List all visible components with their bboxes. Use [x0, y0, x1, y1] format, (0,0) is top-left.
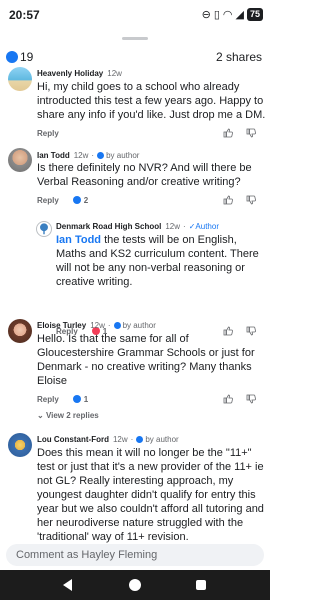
like-icon[interactable] [223, 394, 233, 404]
home-icon[interactable] [129, 579, 141, 591]
like-reaction-icon [72, 395, 81, 403]
reply-button[interactable]: Reply [37, 196, 59, 205]
commenter-name[interactable]: Denmark Road High School [56, 222, 161, 231]
comment-text: Hello. Is that the same for all of Glouc… [37, 333, 255, 387]
comment-text: Does this mean it will no longer be the … [37, 447, 264, 543]
author-badge-icon [97, 151, 105, 159]
comments-sheet: 19 2 shares Heavenly Holiday 12w Hi, my … [0, 30, 270, 570]
sheet-header: 19 2 shares [0, 40, 270, 66]
avatar[interactable] [8, 148, 32, 172]
signal-icon: ◢ [235, 9, 244, 21]
dislike-icon[interactable] [246, 195, 256, 205]
author-badge-icon [136, 435, 144, 443]
comment-time: 12w [165, 221, 181, 231]
author-tag: by author [106, 150, 140, 160]
vibrate-icon: ▯ [213, 9, 220, 21]
system-nav-bar [0, 570, 270, 600]
avatar[interactable] [8, 319, 32, 343]
author-tag: by author [145, 434, 179, 444]
wifi-icon: ◠ [222, 9, 233, 21]
dislike-icon[interactable] [246, 128, 256, 138]
reaction-summary[interactable]: 1 [72, 394, 89, 404]
comment-time: 12w [73, 150, 89, 160]
like-reaction-icon [6, 51, 18, 63]
back-icon[interactable] [63, 579, 72, 591]
mention-link[interactable]: Ian Todd [56, 234, 101, 246]
author-badge-icon [113, 321, 121, 329]
reply-button[interactable]: Reply [37, 395, 59, 404]
comment-time: 12w [107, 68, 122, 78]
comment-text: Hi, my child goes to a school who alread… [37, 81, 266, 121]
comment-time: 12w [90, 320, 105, 330]
tree-icon [40, 223, 48, 235]
comment-input[interactable]: Comment as Hayley Fleming [6, 544, 264, 566]
reaction-count: 1 [83, 394, 89, 404]
school-logo-avatar[interactable] [36, 221, 52, 237]
commenter-name[interactable]: Lou Constant-Ford [37, 435, 109, 444]
dislike-icon[interactable] [246, 394, 256, 404]
reaction-count: 2 [83, 195, 89, 205]
avatar[interactable] [8, 67, 32, 91]
status-icons: ⊖ ▯ ◠ ◢ 75 [202, 8, 263, 21]
reply-button[interactable]: Reply [37, 129, 59, 138]
chevron-down-icon: ⌄ [37, 411, 46, 420]
battery-icon: 75 [246, 8, 263, 21]
comment-text: Ian Todd the tests will be on English, M… [56, 234, 259, 288]
view-replies-button[interactable]: ⌄ View 2 replies [37, 411, 99, 420]
alarm-icon: ⊖ [201, 9, 211, 21]
reaction-summary[interactable]: 2 [72, 195, 89, 205]
avatar[interactable] [8, 433, 32, 457]
like-icon[interactable] [223, 195, 233, 205]
commenter-name[interactable]: Eloise Turley [37, 321, 86, 330]
like-reaction-icon [72, 196, 81, 204]
author-tag: by author [122, 320, 156, 330]
comment-time: 12w [112, 434, 128, 444]
shares-count[interactable]: 2 shares [216, 50, 262, 64]
commenter-name[interactable]: Heavenly Holiday [37, 69, 103, 78]
like-icon[interactable] [223, 128, 233, 138]
status-bar: 20:57 ⊖ ▯ ◠ ◢ 75 [0, 0, 270, 30]
author-tag: ✓Author [188, 221, 219, 231]
status-time: 20:57 [9, 8, 40, 22]
comment-text: Is there definitely no NVR? And will the… [37, 162, 252, 188]
commenter-name[interactable]: Ian Todd [37, 151, 70, 160]
like-count[interactable]: 19 [20, 50, 33, 64]
recent-apps-icon[interactable] [196, 580, 206, 590]
